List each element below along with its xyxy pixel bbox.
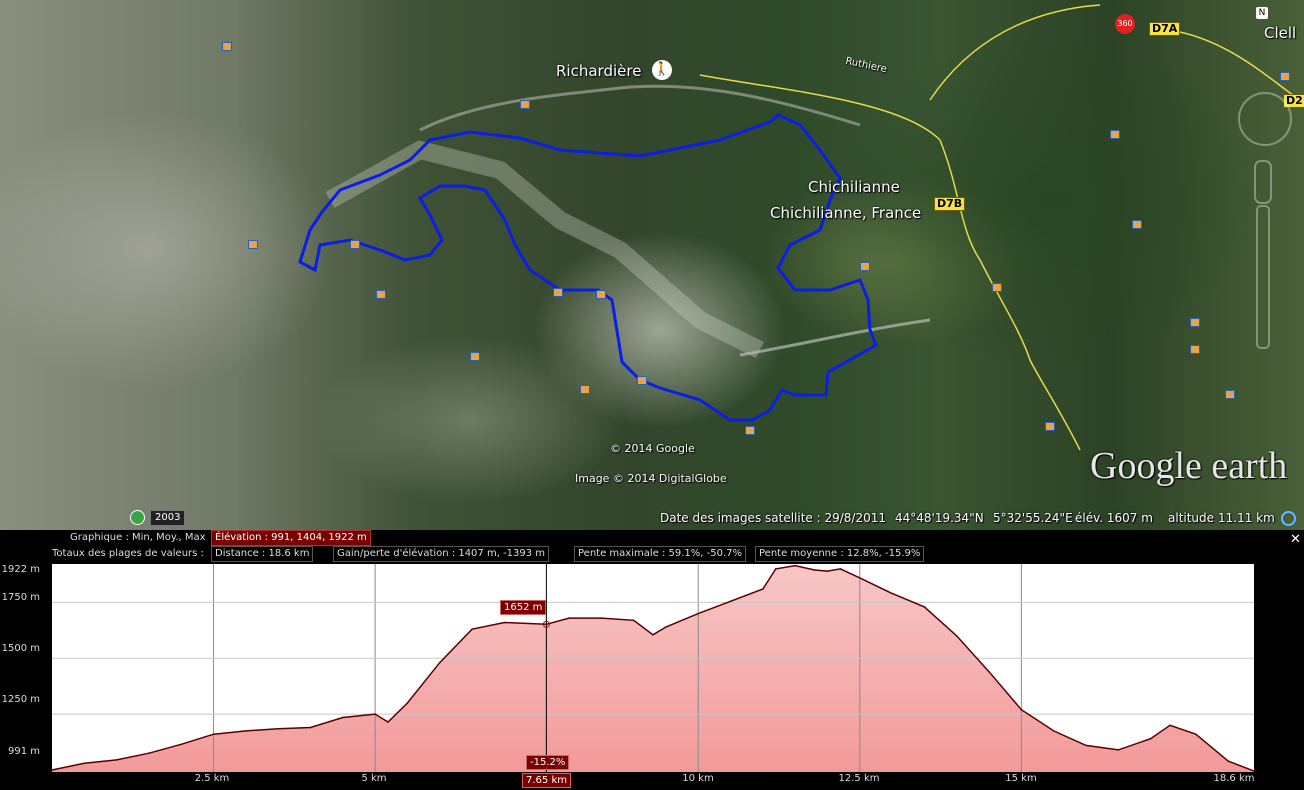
elevation-gain-loss[interactable]: Gain/perte d'élévation : 1407 m, -1393 m: [333, 546, 550, 562]
x-tick-label: 10 km: [682, 773, 714, 784]
photo-pin[interactable]: [1280, 72, 1290, 81]
altitude-value: 11.11 km: [1218, 511, 1275, 525]
place-label-richardiere: Richardière: [556, 62, 642, 80]
graph-stats-label: Graphique : Min, Moy., Max: [70, 532, 206, 543]
cursor-distance[interactable]: 7.65 km: [522, 773, 571, 788]
satellite-map[interactable]: Richardière 🚶 Chichilianne Chichilianne,…: [0, 0, 1304, 530]
elevation-profile-panel: ✕ Graphique : Min, Moy., Max Élévation :…: [0, 530, 1304, 790]
photo-pin[interactable]: [470, 352, 480, 361]
avg-slope[interactable]: Pente moyenne : 12.8%, -15.9%: [755, 546, 925, 562]
valley-river: [739, 318, 931, 357]
photo-pin[interactable]: [1110, 130, 1120, 139]
photo-pin[interactable]: [553, 288, 563, 297]
y-tick-label: 1750 m: [1, 592, 40, 603]
photo-pin[interactable]: [376, 290, 386, 299]
x-tick-label: 18.6 km: [1213, 773, 1255, 784]
photo-pin[interactable]: [1045, 422, 1055, 431]
photo-pin[interactable]: [350, 240, 360, 249]
copyright-google: © 2014 Google: [610, 442, 695, 455]
place-label-chichilianne: Chichilianne: [808, 178, 900, 196]
google-earth-logo: Google earth: [1090, 445, 1288, 487]
photo-pin[interactable]: [222, 42, 232, 51]
status-bar: Date des images satellite : 29/8/2011 44…: [0, 508, 1304, 530]
compass-north-icon[interactable]: N: [1256, 7, 1268, 19]
photo-pin[interactable]: [1190, 345, 1200, 354]
range-totals-label: Totaux des plages de valeurs :: [52, 548, 204, 559]
x-tick-label: 15 km: [1005, 773, 1037, 784]
place-label-chichilianne-france: Chichilianne, France: [770, 204, 922, 222]
photo-pin[interactable]: [992, 283, 1002, 292]
road: [929, 4, 1101, 101]
street-view-icon[interactable]: [1254, 160, 1272, 204]
max-slope[interactable]: Pente maximale : 59.1%, -50.7%: [574, 546, 747, 562]
x-tick-label: 5 km: [361, 773, 387, 784]
y-tick-label: 1500 m: [1, 643, 40, 654]
y-tick-label: 1250 m: [1, 694, 40, 705]
y-tick-label: 991 m: [7, 746, 40, 757]
imagery-date: Date des images satellite : 29/8/2011: [660, 511, 886, 525]
cursor-slope: -15.2%: [526, 755, 570, 770]
latitude: 44°48'19.34"N: [895, 511, 984, 525]
streaming-indicator-icon: [1281, 511, 1296, 526]
x-tick-label: 2.5 km: [194, 773, 230, 784]
photo-pin[interactable]: [1225, 390, 1235, 399]
close-icon[interactable]: ✕: [1290, 532, 1301, 547]
compass-ring[interactable]: [1238, 92, 1292, 146]
ridge: [325, 140, 765, 359]
photo-pin[interactable]: [860, 262, 870, 271]
distance-total[interactable]: Distance : 18.6 km: [211, 546, 314, 562]
photo-pin[interactable]: [596, 290, 606, 299]
road: [699, 74, 1081, 451]
photo-pin[interactable]: [637, 376, 647, 385]
altitude-label: altitude: [1168, 511, 1215, 525]
photo-pin[interactable]: [248, 240, 258, 249]
road-tag-d7a: D7A: [1149, 22, 1181, 36]
copyright-image: Image © 2014 DigitalGlobe: [575, 472, 727, 485]
longitude: 5°32'55.24"E: [993, 511, 1073, 525]
elevation-readout: élév. 1607 m: [1075, 511, 1153, 525]
photo-pin[interactable]: [520, 100, 530, 109]
badge-360-icon[interactable]: 360: [1115, 14, 1135, 34]
elevation-stats[interactable]: Élévation : 991, 1404, 1922 m: [211, 530, 371, 546]
photo-pin[interactable]: [580, 385, 590, 394]
zoom-slider[interactable]: [1256, 205, 1270, 349]
y-tick-label: 1922 m: [1, 564, 40, 575]
photo-pin[interactable]: [1132, 220, 1142, 229]
road-tag-d7b: D7B: [934, 197, 966, 211]
x-tick-label: 12.5 km: [838, 773, 880, 784]
photo-pin[interactable]: [1190, 318, 1200, 327]
hiker-icon[interactable]: 🚶: [652, 60, 672, 80]
place-label-clelles: Clell: [1264, 24, 1297, 42]
cursor-elevation: 1652 m: [500, 600, 547, 615]
photo-pin[interactable]: [745, 426, 755, 435]
